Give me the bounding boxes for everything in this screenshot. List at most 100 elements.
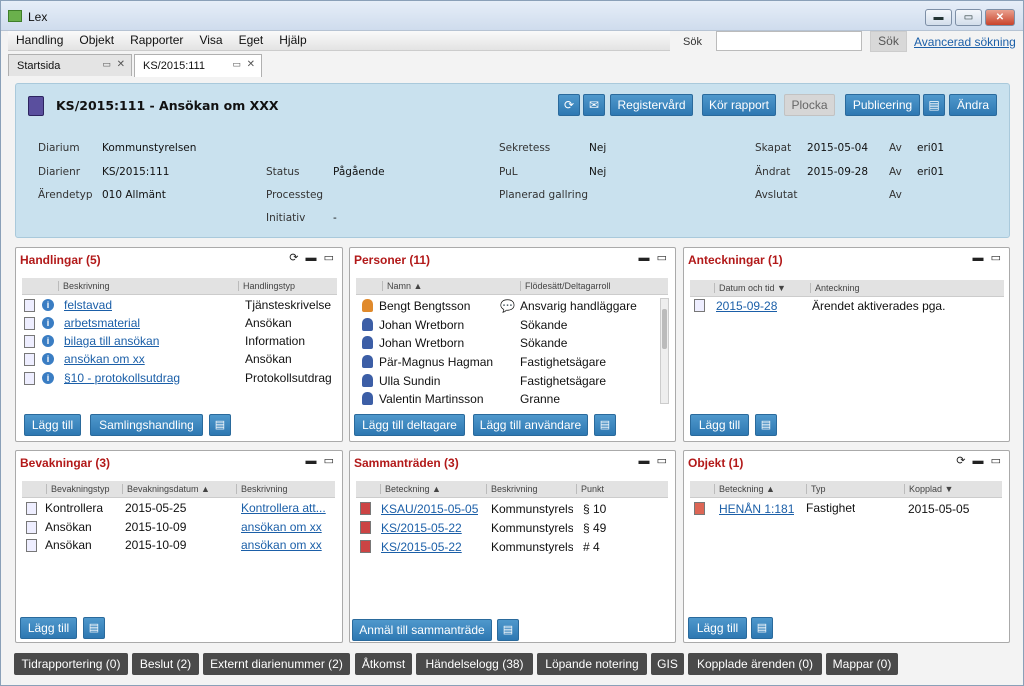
tab-startsida[interactable]: Startsida ▭ ✕ [8,54,132,76]
table-cell: Granne [520,392,561,406]
info-icon[interactable]: i [42,372,54,384]
tab-atkomst[interactable]: Åtkomst [355,653,412,675]
table-cell-link[interactable]: §10 - protokollsutdrag [64,371,180,385]
table-cell: Ansökan [45,520,92,534]
andrat-label: Ändrat [755,166,791,178]
refresh-icon[interactable]: ⟳ [558,94,580,116]
lagg-till-button[interactable]: Lägg till [690,414,749,436]
samlingshandling-button[interactable]: Samlingshandling [90,414,203,436]
menu-objekt[interactable]: Objekt [71,31,122,49]
andra-button[interactable]: Ändra [949,94,997,116]
table-cell-link[interactable]: Kontrollera att... [241,501,339,515]
close-tab-icon[interactable]: ✕ [247,59,255,70]
table-cell-link[interactable]: bilaga till ansökan [64,334,159,348]
tab-lopande-notering[interactable]: Löpande notering [537,653,647,675]
column-header[interactable]: Beskrivning [58,281,110,291]
column-header[interactable]: Punkt [576,484,604,494]
tab-externt-diarienummer[interactable]: Externt diarienummer (2) [203,653,350,675]
lagg-till-anvandare-button[interactable]: Lägg till användare [473,414,588,436]
table-cell-link[interactable]: KSAU/2015-05-05 [381,502,478,516]
search-label: Sök [683,36,702,48]
maximize-button[interactable]: ▭ [955,9,982,26]
menu-visa[interactable]: Visa [191,31,230,49]
column-header[interactable]: Beskrivning [486,484,538,494]
column-header[interactable]: Beteckning ▲ [380,484,441,494]
menu-handling[interactable]: Handling [8,31,71,49]
table-cell-link[interactable]: KS/2015-05-22 [381,540,462,554]
close-button[interactable]: ✕ [985,9,1015,26]
tab-gis[interactable]: GIS [651,653,684,675]
lagg-till-button[interactable]: Lägg till [24,414,81,436]
table-cell-link[interactable]: arbetsmaterial [64,316,140,330]
publicering-button[interactable]: Publicering [845,94,920,116]
print-icon[interactable]: ▤ [751,617,773,639]
table-cell: § 49 [583,521,607,535]
column-header[interactable]: Namn ▲ [382,281,422,291]
table-cell-link[interactable]: HENÅN 1:181 [719,502,794,516]
tab-case[interactable]: KS/2015:111 ▭ ✕ [134,54,262,77]
print-icon[interactable]: ▤ [497,619,519,641]
column-header[interactable]: Typ [806,484,826,494]
plocka-button[interactable]: Plocka [784,94,835,116]
table-cell-link[interactable]: ansökan om xx [64,352,145,366]
print-icon[interactable]: ▤ [923,94,945,116]
lagg-till-button[interactable]: Lägg till [20,617,77,639]
print-icon[interactable]: ▤ [594,414,616,436]
panel-controls[interactable]: ▬ ▭ [639,251,669,264]
column-header[interactable]: Bevakningstyp [46,484,110,494]
table-cell: 2015-10-09 [125,538,187,552]
scrollbar[interactable] [660,298,669,404]
column-header[interactable]: Bevakningsdatum ▲ [122,484,210,494]
sekretess-label: Sekretess [499,142,551,154]
column-header[interactable]: Datum och tid ▼ [714,283,786,293]
info-icon[interactable]: i [42,353,54,365]
pin-icon[interactable]: ▭ [102,59,111,70]
registervard-button[interactable]: Registervård [610,94,693,116]
table-cell-link[interactable]: 2015-09-28 [716,299,777,313]
panel-controls[interactable]: ▬ ▭ [973,251,1003,264]
lagg-till-button[interactable]: Lägg till [688,617,747,639]
print-icon[interactable]: ▤ [209,414,231,436]
column-header[interactable]: Anteckning [810,283,860,293]
table-cell: 2015-10-09 [125,520,187,534]
menu-hjalp[interactable]: Hjälp [271,31,314,49]
tab-kopplade-arenden[interactable]: Kopplade ärenden (0) [688,653,822,675]
info-icon[interactable]: i [42,335,54,347]
pin-icon[interactable]: ▭ [232,59,241,70]
column-header[interactable]: Beteckning ▲ [714,484,775,494]
panel-controls[interactable]: ▬ ▭ [306,454,336,467]
tab-tidrapportering[interactable]: Tidrapportering (0) [14,653,128,675]
tab-beslut[interactable]: Beslut (2) [132,653,199,675]
table-cell-link[interactable]: felstavad [64,298,112,312]
kor-rapport-button[interactable]: Kör rapport [702,94,776,116]
table-cell-link[interactable]: ansökan om xx [241,520,339,534]
info-icon[interactable]: i [42,317,54,329]
menu-rapporter[interactable]: Rapporter [122,31,191,49]
print-icon[interactable]: ▤ [755,414,777,436]
table-cell-link[interactable]: KS/2015-05-22 [381,521,462,535]
app-title: Lex [28,10,48,24]
column-header[interactable]: Beskrivning [236,484,288,494]
table-cell: Sökande [520,318,568,332]
menu-eget[interactable]: Eget [231,31,272,49]
close-tab-icon[interactable]: ✕ [117,59,125,70]
tab-mappar[interactable]: Mappar (0) [826,653,898,675]
table-cell-link[interactable]: ansökan om xx [241,538,339,552]
mail-icon[interactable]: ✉ [583,94,605,116]
tab-handelselogg[interactable]: Händelselogg (38) [416,653,533,675]
column-header[interactable]: Kopplad ▼ [904,484,953,494]
info-icon[interactable]: i [42,299,54,311]
column-header[interactable]: Handlingstyp [238,281,295,291]
print-icon[interactable]: ▤ [83,617,105,639]
advanced-search-link[interactable]: Avancerad sökning [914,35,1016,49]
column-header[interactable]: Flödesätt/Deltagarroll [520,281,611,291]
minimize-button[interactable]: ▬ [925,9,952,26]
panel-controls[interactable]: ▬ ▭ [639,454,669,467]
lagg-till-deltagare-button[interactable]: Lägg till deltagare [354,414,465,436]
search-input[interactable] [716,31,862,51]
panel-controls[interactable]: ⟳ ▬ ▭ [289,251,336,264]
panel-controls[interactable]: ⟳ ▬ ▭ [956,454,1003,467]
scrollbar-thumb[interactable] [662,309,667,349]
anmal-till-sammantrade-button[interactable]: Anmäl till sammanträde [352,619,492,641]
search-button[interactable]: Sök [870,31,907,52]
